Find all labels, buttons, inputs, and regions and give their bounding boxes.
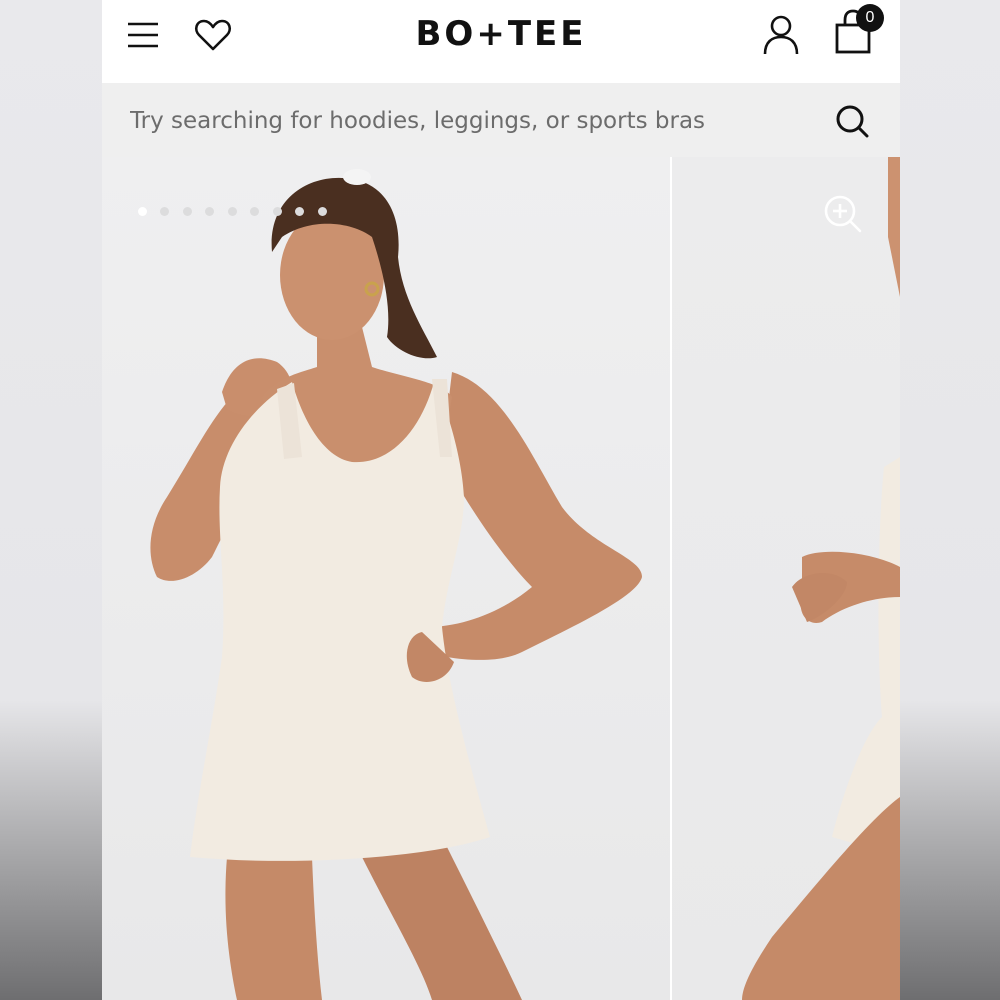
site-header: BO+TEE 0 [102,0,900,83]
zoom-in-icon[interactable] [822,193,864,235]
search-input[interactable] [128,101,792,141]
search-icon[interactable] [832,101,872,141]
product-image-main[interactable] [102,157,670,1000]
cart-count-badge: 0 [856,4,884,32]
pagination-dot[interactable] [182,207,192,217]
pagination-dot-active[interactable] [138,207,147,217]
pagination-dot[interactable] [227,207,237,217]
search-bar [102,83,900,157]
pagination-dot[interactable] [250,207,260,217]
left-backdrop [0,0,102,1000]
right-backdrop [900,0,1000,1000]
model-photo-side [742,157,900,1000]
product-image-next[interactable] [672,157,900,1000]
user-icon[interactable] [762,14,800,56]
mobile-app: BO+TEE 0 [102,0,900,1000]
pagination-dot[interactable] [160,207,170,217]
pagination-dot[interactable] [205,207,215,217]
product-image-gallery[interactable] [102,157,900,1000]
pagination-dot[interactable] [317,207,327,217]
pagination-dot[interactable] [295,207,305,217]
gallery-pagination [138,203,336,217]
pagination-dot[interactable] [272,207,282,217]
model-photo-front [150,169,642,1000]
